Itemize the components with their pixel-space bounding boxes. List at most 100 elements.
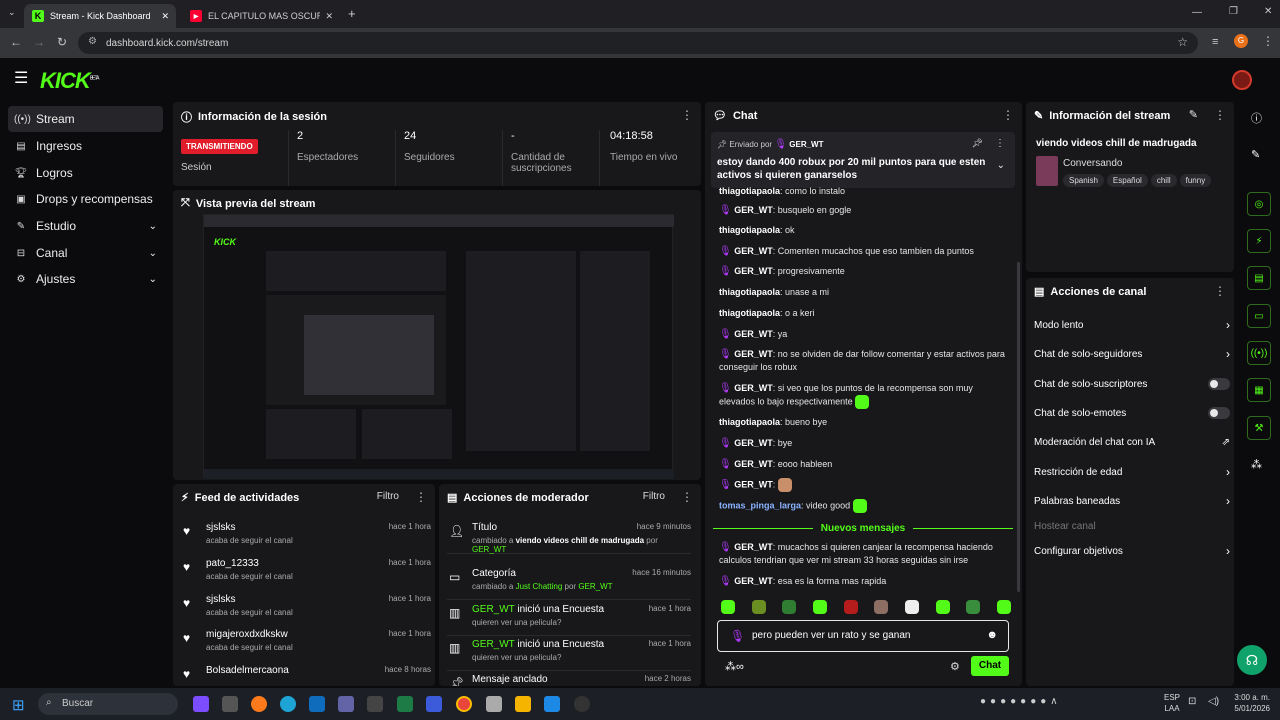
app-icon[interactable]: [544, 696, 560, 712]
emote-icon[interactable]: [996, 600, 1011, 614]
wrench-icon[interactable]: ⚒: [1247, 416, 1271, 440]
pinned-message[interactable]: 📌︎ Enviado por 🎙︎ GER_WT 📌︎ ⋮ estoy dand…: [711, 132, 1015, 188]
forward-icon[interactable]: →: [33, 35, 45, 49]
network-icon[interactable]: ⊡: [1188, 696, 1196, 707]
emote-icon[interactable]: [935, 600, 950, 614]
close-tab-icon[interactable]: ✕: [325, 11, 333, 22]
emote-icon[interactable]: [966, 600, 981, 614]
action-followers-only[interactable]: Chat de solo-seguidores ›: [1034, 343, 1230, 365]
help-button[interactable]: ☊: [1237, 645, 1267, 675]
pen-icon[interactable]: ✎: [1251, 148, 1260, 161]
sidebar-item-estudio[interactable]: ✎ Estudio ⌄: [8, 213, 163, 239]
action-ai-moderation[interactable]: Moderación del chat con IA ⇗: [1034, 431, 1230, 453]
action-configure-goals[interactable]: Configurar objetivos ›: [1034, 540, 1230, 562]
sidebar-item-ingresos[interactable]: ▤ Ingresos: [8, 133, 163, 159]
app-icon[interactable]: [486, 696, 502, 712]
apps-icon[interactable]: ⁂: [1251, 458, 1262, 471]
minimize-icon[interactable]: —: [1192, 7, 1202, 18]
action-emotes-only[interactable]: Chat de solo-emotes: [1034, 402, 1230, 424]
back-icon[interactable]: ←: [10, 35, 22, 49]
windows-start-icon[interactable]: ⊞: [12, 696, 25, 714]
sidebar-item-drops[interactable]: ▣ Drops y recompensas: [8, 186, 163, 212]
emoji-picker-icon[interactable]: ☻: [986, 629, 998, 641]
layout-icon[interactable]: ▦: [1247, 378, 1271, 402]
chat-input[interactable]: 🎙︎ pero pueden ver un rato y se ganan ☻: [717, 620, 1009, 652]
more-options-icon[interactable]: ⋮: [1002, 108, 1014, 122]
document-icon[interactable]: ▤: [1247, 266, 1271, 290]
address-bar[interactable]: ⚙ dashboard.kick.com/stream ☆: [78, 32, 1198, 54]
emote-icon[interactable]: [721, 600, 735, 614]
emote-icon[interactable]: [874, 600, 889, 614]
chat-settings-icon[interactable]: ⚙: [950, 660, 960, 673]
chevron-down-icon[interactable]: ⌄: [997, 160, 1005, 171]
app-icon[interactable]: [426, 696, 442, 712]
close-window-icon[interactable]: ✕: [1264, 6, 1272, 17]
chrome-icon[interactable]: [456, 696, 472, 712]
sidebar-item-canal[interactable]: ⊟ Canal ⌄: [8, 240, 163, 266]
emote-icon[interactable]: [751, 600, 766, 614]
clock[interactable]: 3:00 a. m. 5/01/2026: [1226, 692, 1270, 714]
stream-preview-video[interactable]: KICK: [203, 214, 674, 479]
close-tab-icon[interactable]: ✕: [161, 11, 169, 22]
more-options-icon[interactable]: ⋮: [415, 490, 427, 504]
chat-bubble-icon[interactable]: ▭: [1247, 304, 1271, 328]
emote-icon[interactable]: [812, 600, 827, 614]
action-subscribers-only[interactable]: Chat de solo-suscriptores: [1034, 373, 1230, 395]
kick-logo[interactable]: KICKBETA: [40, 68, 99, 94]
camera-icon[interactable]: ◎: [1247, 192, 1271, 216]
site-info-icon[interactable]: ⚙: [88, 36, 97, 47]
tag[interactable]: Español: [1106, 174, 1148, 187]
maximize-icon[interactable]: ❐: [1229, 6, 1238, 17]
unpin-icon[interactable]: 📌︎: [972, 138, 983, 149]
more-options-icon[interactable]: ⋮: [681, 108, 693, 122]
tag[interactable]: Spanish: [1063, 174, 1104, 187]
more-options-icon[interactable]: ⋮: [995, 138, 1005, 149]
emote-icon[interactable]: [782, 600, 797, 614]
file-explorer-icon[interactable]: [515, 696, 531, 712]
tag[interactable]: funny: [1179, 174, 1212, 187]
broadcast-icon[interactable]: ((•)): [1247, 341, 1271, 365]
edit-icon[interactable]: ✎: [1189, 108, 1198, 121]
tag[interactable]: chill: [1150, 174, 1177, 187]
media-controls-icon[interactable]: ≡: [1212, 36, 1218, 48]
tab-search-icon[interactable]: ⌄: [8, 7, 16, 18]
lightning-icon[interactable]: ⚡︎: [1247, 229, 1271, 253]
filter-button[interactable]: Filtro: [377, 491, 399, 502]
copilot-icon[interactable]: [193, 696, 209, 712]
user-avatar[interactable]: [1232, 70, 1252, 90]
emote-icon[interactable]: [843, 600, 858, 614]
bookmark-star-icon[interactable]: ☆: [1177, 35, 1188, 49]
language-indicator[interactable]: ESP LAA: [1164, 692, 1180, 714]
kick-points-icon[interactable]: ⁂∞: [725, 660, 744, 673]
obs-icon[interactable]: [574, 696, 590, 712]
emote-icon[interactable]: [904, 600, 919, 614]
teams-icon[interactable]: [338, 696, 354, 712]
edge-icon[interactable]: [280, 696, 296, 712]
more-options-icon[interactable]: ⋮: [1214, 108, 1226, 122]
hamburger-menu-icon[interactable]: ☰: [14, 68, 28, 88]
more-options-icon[interactable]: ⋮: [681, 490, 693, 504]
system-tray-icons[interactable]: ●●●●●●●∧: [980, 696, 1062, 707]
chat-scrollbar[interactable]: [1017, 262, 1020, 592]
more-options-icon[interactable]: ⋮: [1214, 284, 1226, 298]
reload-icon[interactable]: ↻: [57, 35, 67, 49]
firefox-icon[interactable]: [251, 696, 267, 712]
task-view-icon[interactable]: [222, 696, 238, 712]
action-age-restriction[interactable]: Restricción de edad ›: [1034, 461, 1230, 483]
send-chat-button[interactable]: Chat: [971, 656, 1009, 676]
action-banned-words[interactable]: Palabras baneadas ›: [1034, 490, 1230, 512]
browser-menu-icon[interactable]: ⋮: [1262, 34, 1274, 48]
action-slow-mode[interactable]: Modo lento ›: [1034, 314, 1230, 336]
store-icon[interactable]: [367, 696, 383, 712]
info-icon[interactable]: ⓘ: [1251, 110, 1262, 126]
taskbar-search[interactable]: ⌕ Buscar: [38, 693, 178, 715]
volume-icon[interactable]: ◁): [1208, 696, 1219, 707]
excel-icon[interactable]: [397, 696, 413, 712]
sidebar-item-stream[interactable]: ((•)) Stream: [8, 106, 163, 132]
new-tab-button[interactable]: +: [348, 6, 356, 21]
profile-avatar[interactable]: G: [1234, 34, 1248, 48]
sidebar-item-ajustes[interactable]: ⚙ Ajustes ⌄: [8, 266, 163, 292]
browser-tab-youtube[interactable]: ▶ EL CAPITULO MAS OSCURO DE ✕: [182, 4, 340, 28]
browser-tab-kick[interactable]: K Stream - Kick Dashboard ✕: [24, 4, 176, 28]
outlook-icon[interactable]: [309, 696, 325, 712]
